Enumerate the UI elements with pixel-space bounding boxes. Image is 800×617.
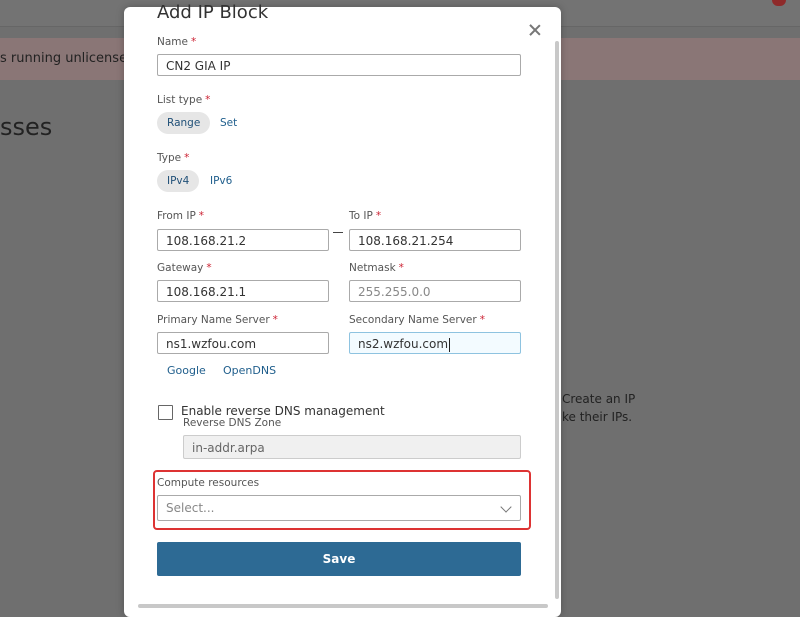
netmask-input[interactable]: 255.255.0.0 [349, 280, 521, 302]
netmask-label: Netmask * [349, 262, 404, 274]
type-ipv6-toggle[interactable]: IPv6 [200, 170, 242, 192]
opendns-preset-link[interactable]: OpenDNS [223, 364, 276, 377]
to-ip-input[interactable]: 108.168.21.254 [349, 229, 521, 251]
list-type-set-toggle[interactable]: Set [210, 112, 247, 134]
horizontal-scrollbar[interactable] [138, 604, 548, 608]
text-cursor [449, 337, 451, 352]
reverse-dns-zone-label: Reverse DNS Zone [183, 417, 282, 429]
name-input[interactable]: CN2 GIA IP [157, 54, 521, 76]
vertical-scrollbar[interactable] [553, 41, 560, 601]
license-banner-text: s running unlicensed. [0, 51, 140, 66]
page-heading: sses [0, 113, 53, 141]
dialog-title: Add IP Block [157, 2, 269, 23]
reverse-dns-zone-input: in-addr.arpa [183, 435, 521, 459]
secondary-ns-label: Secondary Name Server * [349, 314, 485, 326]
type-ipv4-toggle[interactable]: IPv4 [157, 170, 200, 192]
compute-resources-label: Compute resources [157, 477, 260, 489]
from-ip-label: From IP * [157, 210, 205, 222]
list-type-range-toggle[interactable]: Range [157, 112, 211, 134]
empty-state-text-line1: Create an IP [562, 392, 636, 406]
add-ip-block-dialog: Add IP Block Name * CN2 GIA IP List type *… [124, 2, 561, 617]
name-label: Name * [157, 36, 197, 48]
compute-resources-placeholder: Select... [166, 501, 215, 515]
reverse-dns-checkbox[interactable] [158, 405, 173, 420]
primary-ns-label: Primary Name Server * [157, 314, 278, 326]
scrollbar-thumb[interactable] [555, 41, 559, 599]
range-dash [333, 232, 343, 233]
to-ip-label: To IP * [349, 210, 382, 222]
compute-resources-select[interactable]: Select... [157, 495, 521, 521]
close-icon[interactable] [528, 23, 542, 37]
gateway-label: Gateway * [157, 262, 212, 274]
save-button[interactable]: Save [157, 542, 521, 576]
primary-ns-input[interactable]: ns1.wzfou.com [157, 332, 329, 354]
chevron-down-icon [500, 501, 512, 513]
list-type-label: List type * [157, 94, 211, 106]
secondary-ns-input[interactable]: ns2.wzfou.com [349, 332, 521, 354]
from-ip-input[interactable]: 108.168.21.2 [157, 229, 329, 251]
type-label: Type * [157, 152, 190, 164]
google-dns-preset-link[interactable]: Google [167, 364, 206, 377]
reverse-dns-label[interactable]: Enable reverse DNS management [181, 404, 385, 418]
gateway-input[interactable]: 108.168.21.1 [157, 280, 329, 302]
empty-state-text-line2: ke their IPs. [562, 410, 633, 424]
